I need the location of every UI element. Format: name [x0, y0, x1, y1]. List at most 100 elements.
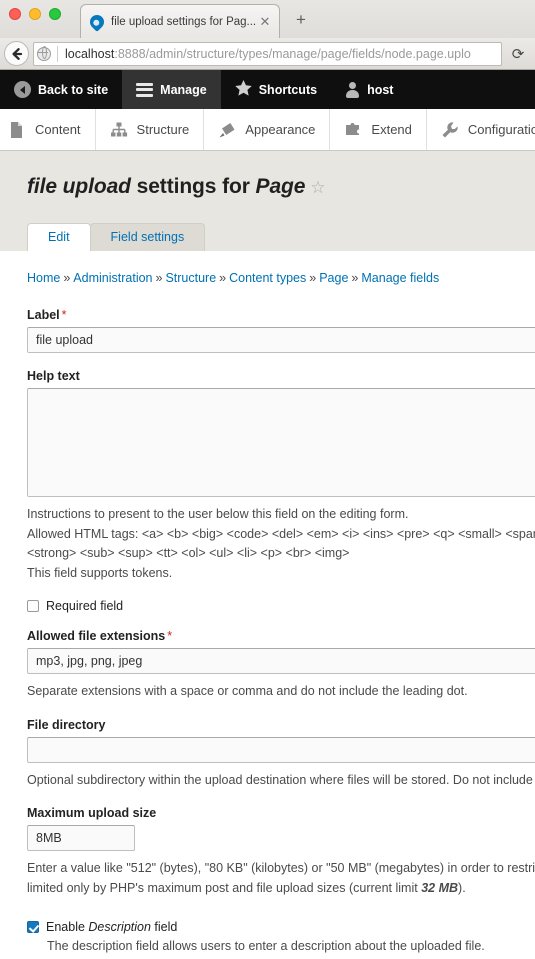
hamburger-icon — [136, 80, 154, 99]
paintbrush-icon — [218, 121, 236, 139]
max-upload-desc-c: ). — [458, 880, 466, 895]
enable-description-checkbox[interactable] — [27, 921, 39, 933]
help-text-description-3: This field supports tokens. — [27, 565, 173, 580]
menu-item-label: Content — [35, 122, 81, 137]
toolbar-user-label: host — [367, 82, 394, 97]
breadcrumb-sep: » — [63, 271, 71, 285]
enable-description-checkbox-row[interactable]: Enable Description field — [27, 920, 535, 934]
allowed-extensions-input[interactable]: mp3, jpg, png, jpeg — [27, 648, 535, 674]
close-tab-icon[interactable]: ✕ — [257, 15, 273, 28]
star-icon — [234, 80, 252, 99]
document-icon — [8, 121, 26, 139]
toolbar-back-to-site-label: Back to site — [38, 82, 109, 97]
back-circle-icon — [14, 81, 31, 98]
label-input[interactable]: file upload — [27, 327, 535, 353]
browser-tab-title: file upload settings for Pag... — [111, 15, 257, 28]
help-text-label: Help text — [27, 369, 80, 383]
enable-desc-c: field — [150, 920, 178, 934]
tab-field-settings[interactable]: Field settings — [89, 222, 206, 251]
breadcrumb-link-content-types[interactable]: Content types — [229, 271, 306, 285]
max-upload-size-input[interactable]: 8MB — [27, 825, 135, 851]
menu-item-label: Configuration — [467, 122, 535, 137]
page-title-bundle: Page — [255, 175, 306, 198]
max-upload-desc-a: limited only by PHP's maximum post and f… — [27, 880, 422, 895]
label-field-label-text: Label — [27, 308, 60, 322]
window-traffic-lights — [9, 8, 61, 20]
page-content: Home» Administration» Structure» Content ty… — [0, 251, 535, 959]
breadcrumb-link-structure[interactable]: Structure — [165, 271, 216, 285]
toolbar-manage[interactable]: Manage — [122, 70, 221, 109]
breadcrumb: Home» Administration» Structure» Content ty… — [27, 271, 535, 285]
menu-item-structure[interactable]: Structure — [96, 109, 205, 150]
url-host: localhost — [65, 46, 115, 61]
php-limit-value: 32 MB — [421, 880, 459, 895]
maximize-window-button[interactable] — [49, 8, 61, 20]
help-text-description-1: Instructions to present to the user belo… — [27, 507, 409, 521]
toolbar-user[interactable]: host — [331, 70, 407, 109]
menu-item-content[interactable]: Content — [0, 109, 96, 150]
enable-desc-field-name: Description — [88, 920, 151, 934]
puzzle-icon — [344, 121, 362, 139]
drupal-admin-toolbar: Back to site Manage Shortcuts host — [0, 70, 535, 109]
url-separator — [57, 45, 58, 62]
toolbar-manage-label: Manage — [160, 82, 207, 97]
breadcrumb-sep: » — [155, 271, 163, 285]
url-input[interactable]: localhost:8888/admin/structure/types/man… — [33, 41, 502, 66]
file-directory-input[interactable] — [27, 736, 535, 763]
page-container: file upload settings for Page ☆ Edit Fiel… — [0, 151, 535, 959]
breadcrumb-link-manage-fields[interactable]: Manage fields — [361, 271, 439, 285]
allowed-extensions-label-text: Allowed file extensions — [27, 629, 166, 643]
max-upload-size-description-1: Enter a value like "512" (bytes), "80 KB… — [27, 861, 535, 875]
person-icon — [345, 81, 360, 98]
close-window-button[interactable] — [9, 8, 21, 20]
enable-description-label: Enable Description field — [46, 920, 177, 934]
back-button[interactable] — [4, 41, 29, 66]
allowed-extensions-description: Separate extensions with a space or comm… — [27, 684, 468, 698]
breadcrumb-sep: » — [219, 271, 227, 285]
enable-description-description: The description field allows users to en… — [47, 939, 485, 953]
bookmark-star-icon[interactable]: ☆ — [310, 178, 325, 197]
menu-item-configuration[interactable]: Configuration — [427, 109, 535, 150]
enable-desc-a: Enable — [46, 920, 89, 934]
required-field-checkbox[interactable] — [27, 600, 39, 612]
required-marker: * — [167, 629, 173, 643]
local-tasks-tabs: Edit Field settings — [27, 219, 535, 251]
file-directory-description: Optional subdirectory within the upload … — [27, 772, 535, 787]
max-upload-size-label: Maximum upload size — [27, 806, 157, 820]
required-field-label: Required field — [46, 599, 124, 613]
breadcrumb-link-page[interactable]: Page — [319, 271, 348, 285]
max-upload-size-description-2: limited only by PHP's maximum post and f… — [27, 879, 535, 899]
allowed-extensions-label: Allowed file extensions * — [27, 629, 535, 643]
page-title: file upload settings for Page ☆ — [0, 151, 535, 199]
toolbar-back-to-site[interactable]: Back to site — [0, 70, 122, 109]
toolbar-shortcuts[interactable]: Shortcuts — [221, 70, 331, 109]
menu-item-label: Structure — [136, 122, 190, 137]
minimize-window-button[interactable] — [29, 8, 41, 20]
tab-edit[interactable]: Edit — [27, 222, 91, 251]
menu-item-label: Extend — [371, 122, 412, 137]
page-title-mid: settings for — [130, 175, 256, 198]
page-title-field: file upload — [27, 175, 131, 198]
required-field-checkbox-row[interactable]: Required field — [27, 599, 535, 613]
new-tab-button[interactable]: + — [296, 11, 306, 28]
breadcrumb-link-home[interactable]: Home — [27, 271, 60, 285]
url-text: localhost:8888/admin/structure/types/man… — [65, 47, 471, 61]
menu-item-label: Appearance — [245, 122, 316, 137]
arrow-left-icon — [11, 47, 22, 60]
menu-item-appearance[interactable]: Appearance — [204, 109, 331, 150]
drupal-admin-menu: Content Structure Appearance Extend Conf… — [0, 109, 535, 151]
breadcrumb-sep: » — [309, 271, 317, 285]
drupal-favicon-icon — [87, 11, 107, 32]
browser-urlbar-row: localhost:8888/admin/structure/types/man… — [0, 38, 535, 69]
browser-tab[interactable]: file upload settings for Pag... ✕ — [80, 4, 280, 38]
url-path: :8888/admin/structure/types/manage/page/… — [114, 46, 471, 61]
reload-button[interactable]: ⟳ — [507, 45, 529, 63]
wrench-icon — [441, 121, 459, 139]
breadcrumb-link-administration[interactable]: Administration — [73, 271, 152, 285]
menu-item-extend[interactable]: Extend — [330, 109, 427, 150]
label-field-label: Label * — [27, 308, 535, 322]
browser-chrome: file upload settings for Pag... ✕ + loca… — [0, 0, 535, 70]
breadcrumb-sep: » — [351, 271, 359, 285]
help-text-textarea[interactable] — [27, 388, 535, 497]
toolbar-shortcuts-label: Shortcuts — [258, 82, 318, 97]
